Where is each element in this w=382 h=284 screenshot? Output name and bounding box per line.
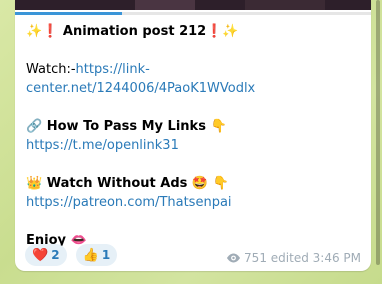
star-struck-icon: 🤩 <box>191 176 209 191</box>
reaction-thumbs-up[interactable]: 👍 1 <box>75 244 118 266</box>
reaction-heart[interactable]: ❤️ 2 <box>25 244 67 266</box>
media-progress-track[interactable] <box>15 12 371 15</box>
crown-icon: 👑 <box>26 176 43 191</box>
media-preview-detail <box>135 0 195 10</box>
noads-url-line: https://patreon.com/Thatsenpai <box>26 193 361 212</box>
pass-links-title: How To Pass My Links <box>46 119 206 134</box>
scrollbar-thumb[interactable] <box>376 0 380 265</box>
point-down-icon: 👇 <box>212 176 229 191</box>
eye-icon <box>226 252 241 266</box>
media-preview[interactable] <box>15 0 371 10</box>
message-text: ✨❗ Animation post 212❗✨ Watch:-https://l… <box>26 22 361 250</box>
watch-label: Watch:- <box>26 62 76 77</box>
reaction-count: 2 <box>51 248 60 262</box>
message-bubble[interactable]: ✨❗ Animation post 212❗✨ Watch:-https://l… <box>15 0 371 271</box>
point-down-icon: 👇 <box>210 119 227 134</box>
message-title: ✨❗ Animation post 212❗✨ <box>26 22 361 41</box>
sparkle-exclaim-emoji: ✨❗ <box>26 24 59 39</box>
noads-heading: 👑 Watch Without Ads 🤩 👇 <box>26 174 361 193</box>
reactions-bar: ❤️ 2 👍 1 <box>25 244 121 268</box>
heart-icon: ❤️ <box>32 248 49 263</box>
exclaim-sparkle-emoji: ❗✨ <box>206 24 239 39</box>
pass-links-url-line: https://t.me/openlink31 <box>26 136 361 155</box>
post-title: Animation post 212 <box>62 24 207 39</box>
watch-line: Watch:-https://link- <box>26 60 361 79</box>
message-meta: 751 edited 3:46 PM <box>226 251 361 266</box>
watch-link[interactable]: https://link- <box>76 62 150 77</box>
scrollbar[interactable] <box>375 0 381 284</box>
watch-link-continued[interactable]: center.net/1244006/4PaoK1WVodlx <box>26 81 255 96</box>
pass-links-heading: 🔗 How To Pass My Links 👇 <box>26 117 361 136</box>
link-icon: 🔗 <box>26 119 43 134</box>
media-preview-detail <box>245 0 325 10</box>
watch-line-2: center.net/1244006/4PaoK1WVodlx <box>26 79 361 98</box>
noads-title: Watch Without Ads <box>46 176 188 191</box>
media-progress-fill <box>15 12 122 15</box>
reaction-count: 1 <box>101 248 111 262</box>
edited-timestamp: edited 3:46 PM <box>270 251 361 265</box>
patreon-link[interactable]: https://patreon.com/Thatsenpai <box>26 195 232 210</box>
view-count: 751 <box>244 251 267 265</box>
telegram-link[interactable]: https://t.me/openlink31 <box>26 138 179 153</box>
thumbs-up-icon: 👍 <box>82 248 99 263</box>
